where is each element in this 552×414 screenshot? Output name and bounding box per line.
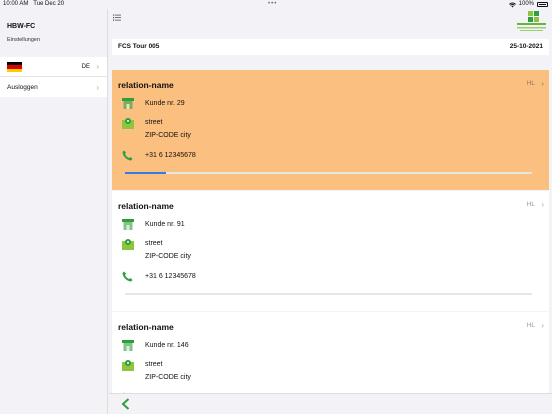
customer-number: Kunde nr. 29 [145, 100, 185, 107]
status-right: 100% [508, 0, 548, 9]
relation-name: relation-name [118, 80, 174, 90]
map-pin-icon [122, 118, 134, 129]
battery-icon [537, 2, 548, 7]
wifi-icon [508, 1, 516, 7]
chevron-right-icon: › [541, 321, 544, 330]
status-time-date: 10:00 AM Tue Dec 20 [3, 1, 65, 7]
chevron-right-icon: › [96, 82, 99, 92]
street: street [145, 119, 163, 126]
stop-code: HL [526, 322, 535, 329]
progress-bar [125, 172, 532, 174]
street: street [145, 240, 163, 247]
settings-subtitle: Einstellungen [7, 37, 41, 43]
tour-name: FCS Tour 005 [118, 43, 160, 50]
back-chevron-icon[interactable] [121, 398, 130, 410]
city: ZIP-CODE city [145, 132, 191, 139]
customer-number: Kunde nr. 146 [145, 342, 189, 349]
stop-list: relation-name HL › Kunde nr. 29 street Z… [112, 70, 549, 393]
city: ZIP-CODE city [145, 374, 191, 381]
multitask-dots: ••• [268, 1, 278, 7]
status-bar: 10:00 AM Tue Dec 20 ••• 100% [0, 0, 552, 9]
customer-number: Kunde nr. 91 [145, 221, 185, 228]
phone-number[interactable]: +31 6 12345678 [145, 273, 196, 280]
progress-fill [125, 172, 166, 174]
progress-bar [125, 293, 532, 295]
germany-flag-icon [7, 62, 22, 72]
battery-percent: 100% [518, 1, 534, 7]
language-row[interactable]: DE › [0, 57, 107, 77]
stop-card[interactable]: relation-name HL › Kunde nr. 146 street … [112, 312, 549, 393]
store-icon [122, 98, 134, 109]
tour-header: FCS Tour 005 25-10-2021 [112, 39, 549, 55]
stop-code: HL [526, 201, 535, 208]
app-title: HBW-FC [7, 23, 36, 30]
chevron-right-icon: › [541, 200, 544, 209]
store-icon [122, 340, 134, 351]
chevron-right-icon: › [541, 79, 544, 88]
logout-label: Ausloggen [7, 83, 38, 91]
stop-code: HL [526, 80, 535, 87]
chevron-right-icon: › [96, 62, 99, 71]
language-code: DE [81, 63, 90, 70]
tour-date: 25-10-2021 [509, 43, 543, 50]
main-panel: FCS Tour 005 25-10-2021 relation-name HL… [109, 9, 552, 414]
relation-name: relation-name [118, 322, 174, 332]
phone-icon[interactable] [122, 271, 133, 282]
city: ZIP-CODE city [145, 253, 191, 260]
stop-card[interactable]: relation-name HL › Kunde nr. 29 street Z… [112, 70, 549, 190]
logout-row[interactable]: Ausloggen › [0, 77, 107, 97]
stop-card[interactable]: relation-name HL › Kunde nr. 91 street Z… [112, 191, 549, 311]
flowerwatch-logo-icon [517, 11, 546, 31]
phone-number[interactable]: +31 6 12345678 [145, 152, 196, 159]
map-pin-icon [122, 239, 134, 250]
street: street [145, 361, 163, 368]
relation-name: relation-name [118, 201, 174, 211]
map-pin-icon [122, 360, 134, 371]
sidebar: HBW-FC Einstellungen DE › Ausloggen › [0, 9, 108, 414]
bottom-toolbar [109, 393, 552, 414]
phone-icon[interactable] [122, 150, 133, 161]
list-icon[interactable] [113, 14, 121, 21]
store-icon [122, 219, 134, 230]
